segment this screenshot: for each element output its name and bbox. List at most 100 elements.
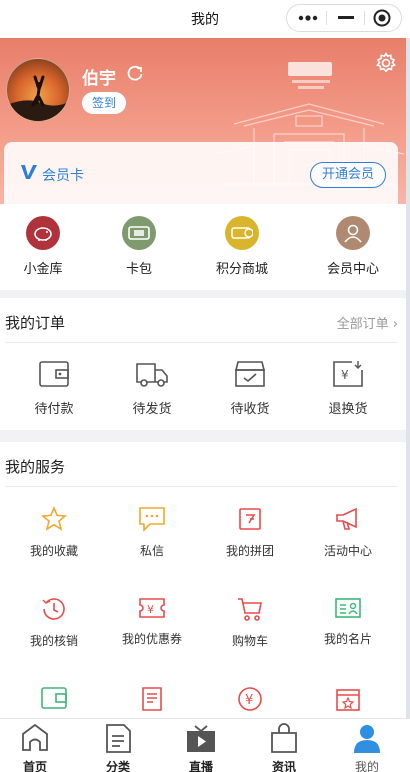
order-pending-receipt[interactable]: 待收货 [210,360,290,417]
service-label: 我的拼团 [225,544,274,558]
home-icon [22,723,48,751]
service-item[interactable] [104,686,200,716]
person-icon [354,725,380,753]
scroll-edge [406,38,410,718]
service-item[interactable] [6,686,102,714]
service-label: 我的名片 [323,632,372,646]
calendar-star-icon [336,689,360,711]
tv-play-icon [187,725,215,752]
cart-icon [238,598,262,621]
order-pending-shipment[interactable]: 待发货 [112,360,192,417]
order-label: 待发货 [132,402,172,417]
service-item[interactable] [300,686,396,716]
group-buy-icon [239,508,261,530]
service-label: 私信 [139,544,164,558]
tab-label: 我的 [354,760,379,772]
order-pending-payment[interactable]: 待付款 [14,360,94,417]
vip-v-icon [21,165,37,179]
services-title: 我的服务 [5,458,66,476]
all-orders-label: 全部订单 [336,317,389,332]
tab-label: 分类 [105,760,130,772]
service-label: 购物车 [231,634,268,648]
service-coupons[interactable]: ¥ 我的优惠券 [104,596,200,647]
order-label: 退换货 [328,402,368,417]
tab-news[interactable]: 资讯 [254,719,314,772]
coupon-icon: ¥ [139,598,165,618]
gear-icon[interactable] [375,51,397,78]
signin-button[interactable]: 签到 [82,92,126,114]
service-label: 我的优惠券 [121,632,182,646]
mini-program-capsule [286,4,402,32]
list-doc-icon [106,724,131,753]
vip-card-label: 会员卡 [42,168,84,184]
service-verification[interactable]: 我的核销 [6,596,102,649]
services-section: 我的服务 我的收藏 私信 我的拼团 活动中心 我的核销 ¥ 我的优惠券 购物车 … [0,442,410,720]
card-wallet-icon [122,216,156,250]
service-label: 活动中心 [323,544,372,558]
orders-title: 我的订单 [5,314,66,332]
tab-category[interactable]: 分类 [88,719,148,772]
service-label: 我的收藏 [29,544,78,558]
more-dots-icon[interactable] [289,5,327,31]
tab-label: 直播 [188,760,213,772]
yen-circle-icon: ¥ [238,687,262,711]
bag-icon [271,723,297,753]
order-refund[interactable]: ¥ 退换货 [308,360,388,417]
username: 伯宇 [82,69,116,89]
svg-text:¥: ¥ [147,603,154,616]
service-label: 我的核销 [29,634,78,648]
quick-item-points-mall[interactable]: 积分商城 [202,216,282,277]
quick-item-label: 小金库 [23,262,63,277]
wallet-icon [39,361,69,387]
quick-item-label: 卡包 [125,262,152,277]
service-activities[interactable]: 活动中心 [300,506,396,559]
order-label: 待付款 [34,402,74,417]
refund-icon: ¥ [333,361,363,387]
quick-item-label: 积分商城 [215,262,268,277]
order-label: 待收货 [230,402,270,417]
target-close-icon[interactable] [363,5,401,31]
service-group-buy[interactable]: 我的拼团 [202,506,298,559]
service-business-card[interactable]: 我的名片 [300,596,396,647]
orders-section: 我的订单 全部订单 › 待付款 待发货 待收货 ¥ 退换货 [0,298,410,430]
quick-entries: 小金库 卡包 积分商城 会员中心 [0,204,410,290]
quick-item-label: 会员中心 [326,262,379,277]
megaphone-icon [336,507,357,530]
divider [5,342,397,343]
tab-label: 资讯 [271,760,296,772]
svg-text:¥: ¥ [341,368,349,382]
service-cart[interactable]: 购物车 [202,596,298,649]
profile-header: 伯宇 签到 会员卡 开通会员 [0,38,410,204]
minimize-icon[interactable] [327,5,365,31]
message-icon [139,507,165,532]
quick-item-member-center[interactable]: 会员中心 [313,216,393,277]
avatar[interactable] [6,58,70,122]
service-favorites[interactable]: 我的收藏 [6,505,102,559]
chevron-right-icon: › [392,317,398,332]
tab-live[interactable]: 直播 [171,719,231,772]
open-membership-button[interactable]: 开通会员 [310,162,386,188]
service-messages[interactable]: 私信 [104,506,200,559]
quick-item-cards[interactable]: 卡包 [99,216,179,277]
business-card-icon [335,598,361,618]
star-icon [41,505,67,531]
divider [5,486,397,487]
truck-icon [136,363,168,387]
member-icon [336,216,370,250]
quick-item-vault[interactable]: 小金库 [3,216,83,277]
vip-card: 会员卡 开通会员 [4,142,398,204]
svg-text:¥: ¥ [245,693,253,708]
refresh-icon[interactable] [126,64,144,86]
tab-label: 首页 [22,760,47,772]
coins-icon [225,216,259,250]
all-orders-link[interactable]: 全部订单 › [337,313,398,332]
bill-icon [142,687,162,711]
service-item[interactable]: ¥ [202,686,298,716]
title-bar: 我的 [0,0,410,38]
services-header: 我的服务 [0,442,410,486]
tab-mine[interactable]: 我的 [337,719,397,772]
orders-header: 我的订单 全部订单 › [0,298,410,342]
tab-bar: 首页 分类 直播 资讯 我的 [0,718,410,772]
clock-icon [42,598,65,620]
tab-home[interactable]: 首页 [5,719,65,772]
